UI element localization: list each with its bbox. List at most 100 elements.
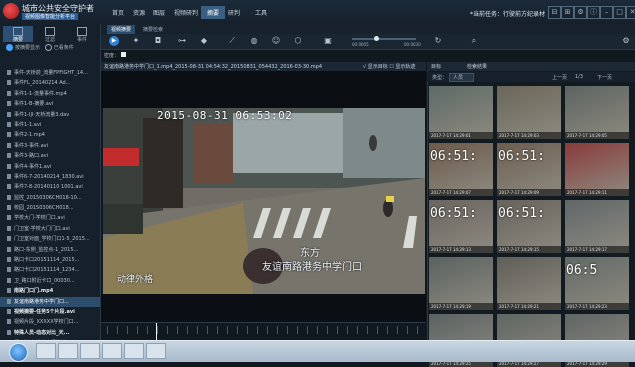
task-folder-icon[interactable] (58, 343, 78, 359)
file-item[interactable]: 事件3-路口.avi (0, 151, 100, 161)
display-options[interactable]: √ 显示目标 ☐ 显示轨迹 (363, 63, 415, 70)
file-item[interactable]: 路口卡口20151114_1234... (0, 265, 100, 275)
option-viewed[interactable]: 已看条件 (44, 44, 74, 51)
thumbnail[interactable]: 2017-7-17 14:29:11 (565, 143, 629, 196)
menu-item-2[interactable]: 图层 (153, 8, 165, 17)
file-icon (7, 246, 11, 252)
window-button-6[interactable]: ✕ (626, 6, 635, 19)
next-page-button[interactable]: 下一页 (597, 74, 612, 81)
thumbnail[interactable]: 2017-7-17 14:29:01 (429, 86, 493, 139)
refresh-icon[interactable]: ↻ (433, 36, 443, 46)
file-item[interactable]: 路口-东侧_监控点-1_2015... (0, 245, 100, 255)
start-button-icon[interactable] (9, 343, 28, 362)
play-icon[interactable]: ▶ (109, 36, 119, 46)
file-item[interactable]: 事件1-IJI-天桥流量3.dav (0, 110, 100, 120)
speech-icon[interactable]: ◍ (249, 36, 259, 46)
file-item[interactable]: 事件1-1-流量事件.mp4 (0, 89, 100, 99)
file-item[interactable]: 视频摘要-任务5个片段.avi (0, 307, 100, 317)
settings-icon[interactable]: ⚙ (621, 36, 631, 46)
face-icon[interactable]: ☺ (271, 36, 281, 46)
menu-item-1[interactable]: 资源 (133, 8, 145, 17)
file-item[interactable]: 事件4-事件1.avi (0, 162, 100, 172)
timeline-cursor[interactable] (156, 323, 158, 340)
menu-item-6[interactable]: 工具 (255, 8, 267, 17)
file-item[interactable]: 事件1-B-摘要.avi (0, 99, 100, 109)
cube-icon[interactable]: ⬡ (293, 36, 303, 46)
task-player-icon[interactable] (102, 343, 122, 359)
sidebar-tab-2[interactable]: 事件 (67, 26, 97, 43)
density-slider[interactable] (352, 36, 416, 41)
menu-item-0[interactable]: 首页 (112, 8, 124, 17)
thumbnail[interactable]: 06:51: 2017-7-17 14:29:15 (497, 200, 561, 253)
file-item[interactable]: 路口卡口20151114_2015... (0, 255, 100, 265)
search-icon[interactable]: ⌕ (469, 36, 479, 46)
file-icon (7, 215, 11, 221)
thumbnail[interactable]: 2017-7-17 14:29:05 (565, 86, 629, 139)
window-button-4[interactable]: – (600, 6, 613, 19)
sidebar-tab-0[interactable]: 摘要 (3, 26, 33, 43)
window-button-2[interactable]: ⚙ (574, 6, 587, 19)
file-item[interactable]: 学校大门-学校门口.avi (0, 213, 100, 223)
task-ie-icon[interactable] (36, 343, 56, 359)
walk-icon[interactable]: ✦ (131, 36, 141, 46)
density-checkbox[interactable] (121, 52, 126, 57)
slider-knob[interactable] (374, 36, 380, 41)
thumbnail[interactable]: 06:51: 2017-7-17 14:29:09 (497, 143, 561, 196)
file-label: 路口卡口20151114_2015... (14, 257, 80, 264)
filter-select[interactable]: 人员 (449, 73, 475, 82)
window-button-0[interactable]: ⊟ (548, 6, 561, 19)
file-item[interactable]: 门卫室-学校大门门口.avi (0, 224, 100, 234)
file-item[interactable]: 事件-天桥前_流量FPFIGHT_14... (0, 68, 100, 78)
file-item[interactable]: 校园_20150306CH018... (0, 203, 100, 213)
thumbnail[interactable]: 2017-7-17 14:29:19 (429, 257, 493, 310)
tool-tab-0[interactable]: 视频摘要 (107, 25, 136, 34)
task-app-icon[interactable] (124, 343, 144, 359)
menu-item-3[interactable]: 视频研判 (174, 8, 198, 17)
task-media-icon[interactable] (80, 343, 100, 359)
file-item[interactable]: 监控_20150306CH018-10... (0, 193, 100, 203)
line-icon[interactable]: ⟋ (227, 36, 237, 46)
file-item[interactable]: 特殊人员-动态对比_天... (0, 328, 100, 338)
menu-item-4[interactable]: 摘要 (201, 6, 226, 19)
tab-targets[interactable]: 目标 (431, 63, 441, 70)
sidebar-tab-label: 摘要 (12, 37, 23, 43)
video-timeline[interactable] (101, 322, 426, 340)
file-icon (7, 257, 11, 263)
file-item[interactable]: 事件2-1.mp4 (0, 130, 100, 140)
file-item[interactable]: 事件1-1.avi (0, 120, 100, 130)
box-icon[interactable]: ◆ (199, 36, 209, 46)
file-item[interactable]: 事件7-8-20140110 1001.avi (0, 182, 100, 192)
tool-tab-1[interactable]: 摘要检索 (139, 25, 167, 34)
prev-page-button[interactable]: 上一页 (552, 74, 567, 81)
thumbnail[interactable]: 06:51: 2017-7-17 14:29:07 (429, 143, 493, 196)
car-icon[interactable]: ◘ (153, 36, 163, 46)
thumbnail[interactable]: 06:51: 2017-7-17 14:29:13 (429, 200, 493, 253)
sidebar-tab-1[interactable]: 过滤 (35, 26, 65, 43)
file-item[interactable]: 事件6-7-20140214_1830.avi (0, 172, 100, 182)
thumbnail[interactable]: 06:5 2017-7-17 14:29:23 (565, 257, 629, 310)
tab-search-results[interactable]: 检索结果 (467, 63, 487, 70)
file-item[interactable]: 友谊南路港务中学门口... (0, 296, 100, 307)
file-icon (7, 329, 11, 335)
thumbnail[interactable]: 2017-7-17 14:29:17 (565, 200, 629, 253)
task-search-icon[interactable] (146, 343, 166, 359)
menu-item-5[interactable]: 研判 (228, 8, 240, 17)
file-item[interactable]: 南路门口门.mp4 (0, 286, 100, 296)
file-icon (7, 225, 11, 231)
thumbnail[interactable]: 2017-7-17 14:29:03 (497, 86, 561, 139)
file-item[interactable]: 卫_路口附近卡口_00030... (0, 276, 100, 286)
radio-icon (44, 44, 52, 51)
motorbike-icon[interactable]: ⊶ (177, 36, 187, 46)
file-item[interactable]: 事件3-事件.avi (0, 141, 100, 151)
window-button-3[interactable]: ⓘ (587, 6, 600, 19)
file-item[interactable]: 门卫室对面_学校门口1-5_2015... (0, 234, 100, 244)
current-task[interactable]: *当前任务：行驶前方纪录材 (470, 9, 545, 18)
file-item[interactable]: 事件FL_20140214 Ad... (0, 78, 100, 88)
option-by-summary[interactable]: 按摘要显示 (6, 44, 40, 51)
window-button-5[interactable]: □ (613, 6, 626, 19)
file-item[interactable]: 视频片段_XXXXX学校门口... (0, 317, 100, 327)
image-icon[interactable]: ▣ (323, 36, 333, 46)
sidebar-options: 按摘要显示 已看条件 (6, 44, 74, 51)
window-button-1[interactable]: ⊞ (561, 6, 574, 19)
thumbnail[interactable]: 2017-7-17 14:29:21 (497, 257, 561, 310)
